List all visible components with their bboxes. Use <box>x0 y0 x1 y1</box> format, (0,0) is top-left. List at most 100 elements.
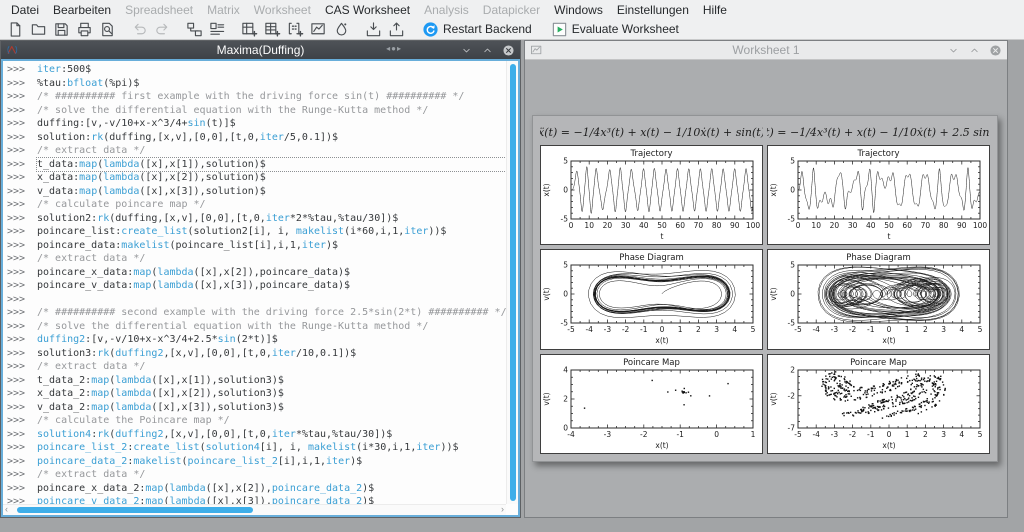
close-icon <box>502 44 515 57</box>
code-line[interactable]: >>>poincare_data_2:makelist(poincare_lis… <box>7 455 506 469</box>
svg-text:70: 70 <box>921 221 931 230</box>
plot-poincare-map-1[interactable]: Poincare Map-4-3-2-101024x(t)v(t) <box>540 354 763 454</box>
svg-text:4: 4 <box>732 325 737 334</box>
code-line[interactable]: >>>/* solve the differential equation wi… <box>7 320 506 334</box>
new-document-button[interactable] <box>4 20 27 39</box>
plot-phase-diagram-2[interactable]: Phase Diagram-5-4-3-2-1012345-505x(t)v(t… <box>767 249 990 349</box>
plot-svg-phase-1: Phase Diagram-5-4-3-2-1012345-505x(t)v(t… <box>541 250 762 348</box>
worksheet-shade-button[interactable] <box>946 43 960 57</box>
svg-text:0: 0 <box>563 290 568 299</box>
code-line[interactable]: >>>/* ########## second example with the… <box>7 306 506 320</box>
print-button[interactable] <box>73 20 96 39</box>
evaluate-worksheet-button[interactable]: Evaluate Worksheet <box>546 20 684 39</box>
menu-item-cas-worksheet[interactable]: CAS Worksheet <box>318 1 417 19</box>
prompt: >>> <box>7 252 37 266</box>
code-editor[interactable]: >>>iter:500$>>>%tau:bfloat(%pi)$>>>/* ##… <box>1 59 520 517</box>
open-file-button[interactable] <box>27 20 50 39</box>
vertical-scrollbar[interactable] <box>506 61 518 504</box>
restart-backend-button[interactable]: Restart Backend <box>417 20 537 39</box>
plot-trajectory-1[interactable]: Trajectory0102030405060708090100-505tx(t… <box>540 145 763 245</box>
code-line[interactable]: >>>/* extract data */ <box>7 144 506 158</box>
code-line[interactable]: >>>poincare_list_2:create_list(solution4… <box>7 441 506 455</box>
code-line[interactable]: >>> <box>7 293 506 307</box>
maxima-titlebar[interactable]: Maxima(Duffing) ◂●▸ <box>1 41 520 59</box>
code-line[interactable]: >>>v_data:map(lambda([x],x[3]),solution)… <box>7 185 506 199</box>
new-worksheet-icon <box>310 21 327 38</box>
maxima-restore-button[interactable] <box>480 43 494 57</box>
menu-item-einstellungen[interactable]: Einstellungen <box>610 1 696 19</box>
code-line[interactable]: >>>/* solve the differential equation wi… <box>7 104 506 118</box>
svg-text:-1: -1 <box>640 325 648 334</box>
code-line[interactable]: >>>solution4:rk(duffing2,[x,v],[0,0],[t,… <box>7 428 506 442</box>
menu-item-hilfe[interactable]: Hilfe <box>696 1 734 19</box>
code-line[interactable]: >>>v_data_2:map(lambda([x],x[3]),solutio… <box>7 401 506 415</box>
svg-text:Phase Diagram: Phase Diagram <box>846 253 911 263</box>
vertical-scrollbar-thumb[interactable] <box>510 64 516 501</box>
code-line[interactable]: >>>solution:rk(duffing,[x,v],[0,0],[t,0,… <box>7 131 506 145</box>
save-button[interactable] <box>50 20 73 39</box>
code-line[interactable]: >>>x_data:map(lambda([x],x[2]),solution)… <box>7 171 506 185</box>
code-line[interactable]: >>>poincare_x_data_2:map(lambda([x],x[2]… <box>7 482 506 496</box>
svg-text:-2: -2 <box>640 430 648 439</box>
svg-text:-4: -4 <box>812 430 820 439</box>
project-explorer-button[interactable] <box>183 20 206 39</box>
code-line[interactable]: >>>x_data_2:map(lambda([x],x[2]),solutio… <box>7 387 506 401</box>
export-button[interactable] <box>385 20 408 39</box>
horizontal-scrollbar[interactable]: ‹ › <box>3 504 506 515</box>
code-line[interactable]: >>>t_data_2:map(lambda([x],x[1]),solutio… <box>7 374 506 388</box>
code-line[interactable]: >>>solution2:rk(duffing,[x,v],[0,0],[t,0… <box>7 212 506 226</box>
code-line[interactable]: >>>poincare_list:create_list(solution2[i… <box>7 225 506 239</box>
code-line[interactable]: >>>%tau:bfloat(%pi)$ <box>7 77 506 91</box>
maxima-logo-icon <box>6 44 19 57</box>
new-worksheet-button[interactable] <box>307 20 330 39</box>
maxima-close-button[interactable] <box>501 43 515 57</box>
code-line[interactable]: >>>poincare_data:makelist(poincare_list[… <box>7 239 506 253</box>
code-line[interactable]: >>>/* ########## first example with the … <box>7 90 506 104</box>
equation-label-2: ẍ(t) = −1/4x³(t) + x(t) − 1/10ẋ(t) + 2.5… <box>767 123 990 141</box>
svg-text:t: t <box>888 232 891 241</box>
code-line[interactable]: >>>iter:500$ <box>7 63 506 77</box>
code-area[interactable]: >>>iter:500$>>>%tau:bfloat(%pi)$>>>/* ##… <box>3 61 506 504</box>
plot-phase-diagram-1[interactable]: Phase Diagram-5-4-3-2-1012345-505x(t)v(t… <box>540 249 763 349</box>
worksheet-titlebar[interactable]: Worksheet 1 <box>525 41 1007 60</box>
new-spreadsheet-button[interactable] <box>261 20 284 39</box>
plot-trajectory-2[interactable]: Trajectory0102030405060708090100-505tx(t… <box>767 145 990 245</box>
maxima-shade-button[interactable] <box>459 43 473 57</box>
svg-text:-3: -3 <box>831 430 839 439</box>
code-line[interactable]: >>>poincare_v_data:map(lambda([x],x[3]),… <box>7 279 506 293</box>
menu-item-bearbeiten[interactable]: Bearbeiten <box>46 1 118 19</box>
code-line[interactable]: >>>duffing2:[v,-v/10+x-x^3/4+2.5*sin(2*t… <box>7 333 506 347</box>
prompt: >>> <box>7 198 37 212</box>
menu-item-windows[interactable]: Windows <box>547 1 610 19</box>
new-matrix-icon <box>287 21 304 38</box>
code-line[interactable]: >>>poincare_x_data:map(lambda([x],x[2]),… <box>7 266 506 280</box>
print-preview-button[interactable] <box>96 20 119 39</box>
svg-text:1: 1 <box>905 430 910 439</box>
code-line[interactable]: >>>poincare_v_data_2:map(lambda([x],x[3]… <box>7 495 506 504</box>
redo-button <box>151 20 174 39</box>
scroll-right-icon[interactable]: › <box>501 504 504 515</box>
prompt: >>> <box>7 306 37 320</box>
scroll-left-icon[interactable]: ‹ <box>5 504 8 515</box>
svg-text:30: 30 <box>621 221 631 230</box>
worksheet-close-button[interactable] <box>988 43 1002 57</box>
properties-explorer-button[interactable] <box>206 20 229 39</box>
worksheet-view[interactable]: ẍ(t) = −1/4x³(t) + x(t) − 1/10ẋ(t) + sin… <box>525 60 1007 517</box>
color-maps-button[interactable] <box>330 20 353 39</box>
code-line[interactable]: >>>duffing:[v,-v/10+x-x^3/4+sin(t)]$ <box>7 117 506 131</box>
code-line[interactable]: >>>/* calculate poincare map */ <box>7 198 506 212</box>
code-line[interactable]: >>>solution3:rk(duffing2,[x,v],[0,0],[t,… <box>7 347 506 361</box>
menu-item-datei[interactable]: Datei <box>4 1 46 19</box>
plot-poincare-map-2[interactable]: Poincare Map-5-4-3-2-10123452-2-7x(t)v(t… <box>767 354 990 454</box>
import-button[interactable] <box>362 20 385 39</box>
code-line[interactable]: >>>/* calculate the Poincare map */ <box>7 414 506 428</box>
code-line[interactable]: >>>t_data:map(lambda([x],x[1]),solution)… <box>7 158 506 172</box>
new-workbook-button[interactable] <box>238 20 261 39</box>
worksheet-restore-button[interactable] <box>967 43 981 57</box>
svg-text:2: 2 <box>923 325 928 334</box>
code-line[interactable]: >>>/* extract data */ <box>7 360 506 374</box>
code-line[interactable]: >>>/* extract data */ <box>7 468 506 482</box>
new-matrix-button[interactable] <box>284 20 307 39</box>
code-line[interactable]: >>>/* extract data */ <box>7 252 506 266</box>
horizontal-scrollbar-thumb[interactable] <box>17 507 253 513</box>
